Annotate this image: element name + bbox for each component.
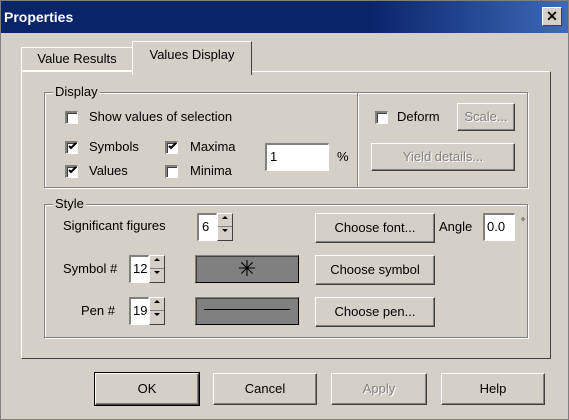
asterisk-symbol-icon: ✳	[237, 256, 257, 281]
checkmark-icon	[168, 142, 177, 150]
pen-number-input[interactable]: 19	[129, 297, 149, 325]
display-group-divider	[357, 93, 358, 187]
angle-unit-label: °	[521, 217, 525, 228]
choose-symbol-button-label: Choose symbol	[330, 262, 420, 277]
tab-values-display-label: Values Display	[149, 47, 235, 62]
properties-window: Properties ✕ Value Results Values Displa…	[0, 0, 569, 420]
ok-button-label: OK	[137, 381, 157, 396]
deform-checkbox[interactable]	[375, 111, 388, 124]
symbol-number-label: Symbol #	[63, 261, 118, 276]
significant-figures-spinner[interactable]	[217, 213, 233, 241]
tab-values-display[interactable]: Values Display	[132, 41, 252, 75]
checkmark-icon	[68, 166, 77, 174]
minima-checkbox[interactable]	[165, 165, 178, 178]
significant-figures-label: Significant figures	[63, 218, 166, 233]
tab-value-results-label: Value Results	[37, 51, 117, 66]
cancel-button[interactable]: Cancel	[213, 373, 317, 405]
significant-figures-input[interactable]: 6	[197, 213, 217, 241]
pen-number-up[interactable]	[150, 298, 164, 311]
window-title: Properties	[4, 9, 74, 25]
deform-label: Deform	[397, 109, 440, 124]
yield-details-button[interactable]: Yield details...	[371, 143, 515, 171]
up-arrow-icon	[154, 258, 160, 261]
pen-number-spinner[interactable]	[149, 297, 165, 325]
values-display-panel: Display Show values of selection Symbols…	[21, 71, 551, 359]
choose-font-button[interactable]: Choose font...	[315, 213, 435, 243]
pen-preview	[195, 297, 299, 325]
maxima-checkbox[interactable]	[165, 141, 178, 154]
angle-label: Angle	[439, 219, 473, 234]
pen-number-value: 19	[133, 303, 148, 318]
cancel-button-label: Cancel	[244, 381, 286, 396]
display-group-label: Display	[53, 84, 100, 100]
significant-figures-up[interactable]	[218, 214, 232, 227]
values-checkbox[interactable]	[65, 165, 78, 178]
tab-value-results[interactable]: Value Results	[21, 47, 133, 71]
symbol-number-spinner[interactable]	[149, 255, 165, 283]
help-button-label: Help	[479, 381, 507, 396]
angle-input-value: 0.0	[487, 219, 506, 234]
up-arrow-icon	[222, 216, 228, 219]
style-group: Style Significant figures 6 Choose font.…	[44, 196, 528, 338]
show-values-of-selection-label: Show values of selection	[89, 109, 233, 124]
symbol-number-down[interactable]	[150, 269, 164, 282]
significant-figures-value: 6	[202, 219, 210, 234]
pen-line-sample	[204, 309, 290, 310]
title-bar[interactable]: Properties ✕	[1, 1, 568, 33]
pen-number-label: Pen #	[81, 303, 115, 318]
percent-input[interactable]: 1	[265, 143, 329, 171]
symbol-number-input[interactable]: 12	[129, 255, 149, 283]
down-arrow-icon	[154, 271, 160, 274]
style-group-label: Style	[53, 196, 86, 212]
close-button[interactable]: ✕	[542, 7, 562, 26]
percent-input-value: 1	[270, 149, 278, 164]
up-arrow-icon	[154, 300, 160, 303]
apply-button[interactable]: Apply	[331, 373, 427, 405]
checkmark-icon	[68, 142, 77, 150]
symbol-number-up[interactable]	[150, 256, 164, 269]
values-label: Values	[89, 163, 128, 178]
symbol-number-value: 12	[133, 261, 148, 276]
help-button[interactable]: Help	[441, 373, 545, 405]
symbols-checkbox[interactable]	[65, 141, 78, 154]
choose-font-button-label: Choose font...	[334, 220, 416, 235]
choose-symbol-button[interactable]: Choose symbol	[315, 255, 435, 285]
apply-button-label: Apply	[362, 381, 396, 396]
maxima-label: Maxima	[190, 139, 236, 154]
pen-number-down[interactable]	[150, 311, 164, 324]
yield-details-button-label: Yield details...	[402, 149, 484, 164]
significant-figures-down[interactable]	[218, 227, 232, 240]
symbol-preview: ✳	[195, 255, 299, 283]
percent-unit-label: %	[337, 149, 349, 164]
minima-label: Minima	[190, 163, 232, 178]
close-icon: ✕	[546, 8, 558, 24]
angle-input[interactable]: 0.0	[483, 213, 515, 241]
display-group: Display Show values of selection Symbols…	[44, 84, 528, 188]
ok-button[interactable]: OK	[95, 373, 199, 405]
down-arrow-icon	[154, 313, 160, 316]
down-arrow-icon	[222, 229, 228, 232]
choose-pen-button[interactable]: Choose pen...	[315, 297, 435, 327]
show-values-of-selection-checkbox[interactable]	[65, 111, 78, 124]
choose-pen-button-label: Choose pen...	[334, 304, 416, 319]
scale-button[interactable]: Scale...	[457, 103, 515, 131]
scale-button-label: Scale...	[464, 109, 508, 124]
symbols-label: Symbols	[89, 139, 139, 154]
